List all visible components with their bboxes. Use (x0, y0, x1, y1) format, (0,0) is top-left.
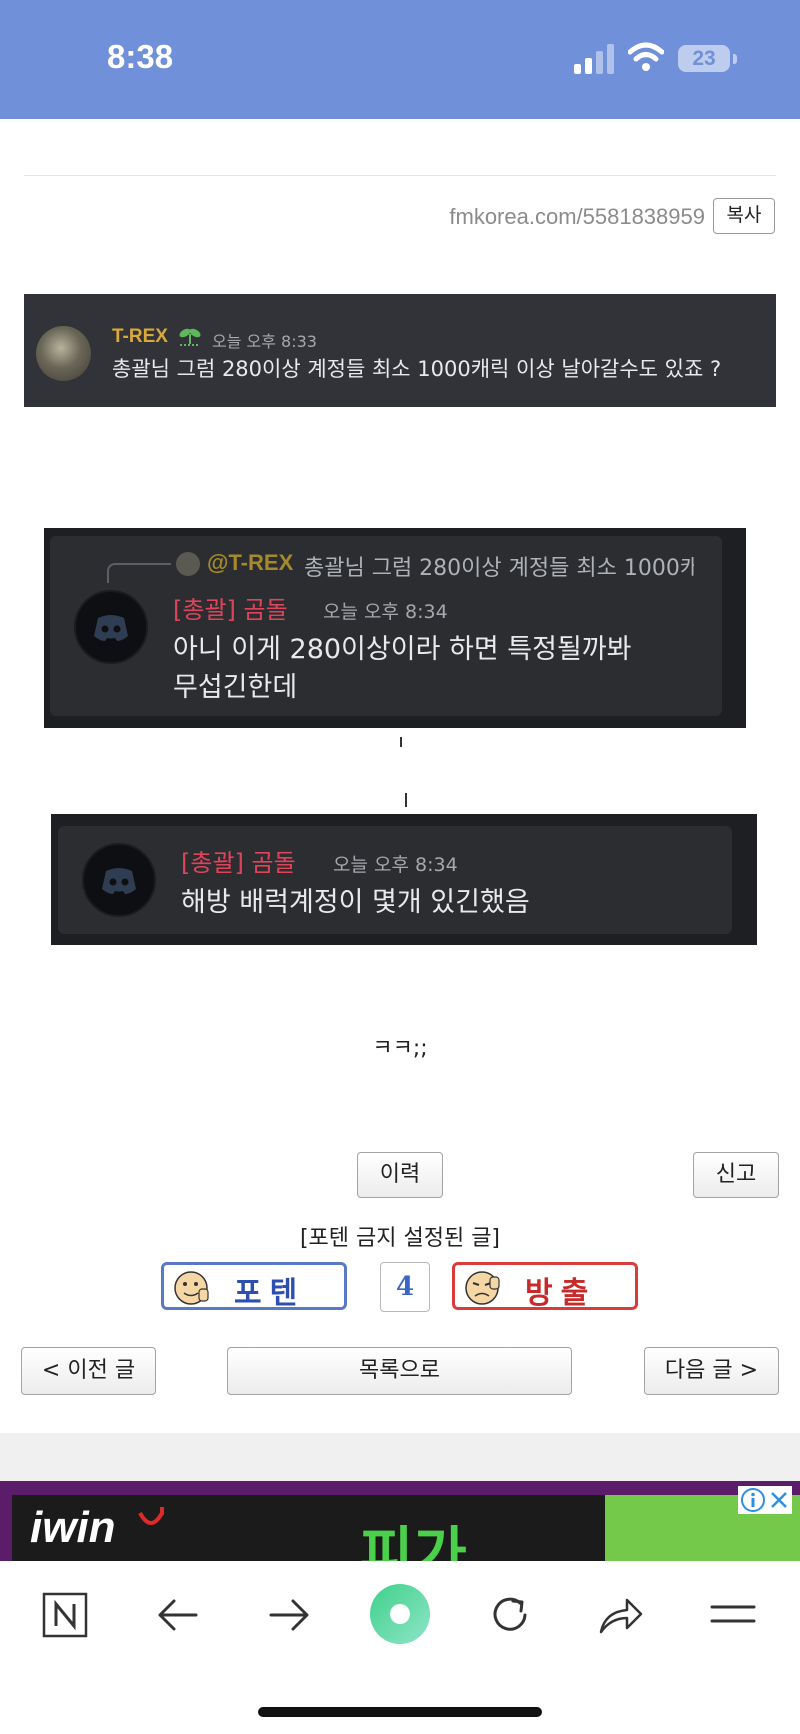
signal-icon (574, 44, 614, 74)
ad-headline: 피가 (360, 1520, 467, 1561)
reply-text: 총괄님 그럼 280이상 계정들 최소 1000캐릭 이상 날아갈수도 있죠 ? (304, 556, 694, 581)
battery-tip (733, 54, 737, 64)
discord-icon (94, 615, 128, 641)
separator-tick (400, 737, 402, 747)
page-footer-spacer (0, 1433, 800, 1481)
battery-level: 23 (692, 47, 716, 70)
history-button[interactable]: 이력 (357, 1152, 443, 1198)
message-author: [총괄] 곰돌 (181, 849, 296, 877)
status-bar: 8:38 23 (0, 0, 800, 119)
next-post-button[interactable]: 다음 글 > (644, 1347, 779, 1395)
message-time: 오늘 오후 8:34 (323, 601, 448, 623)
avatar (36, 326, 91, 381)
back-arrow-icon[interactable] (156, 1597, 200, 1633)
leaf-badge-icon (179, 328, 201, 346)
green-dot-icon[interactable] (369, 1583, 431, 1645)
wifi-icon (628, 42, 664, 71)
prev-post-button[interactable]: < 이전 글 (21, 1347, 156, 1395)
thumbs-up-face-icon (174, 1271, 209, 1305)
ad-logo-smile-icon (138, 1507, 164, 1525)
message-author: T-REX (112, 326, 168, 347)
vote-count: 4 (380, 1262, 430, 1312)
list-button[interactable]: 목록으로 (227, 1347, 572, 1395)
message-text: 해방 배럭계정이 몇개 있긴했음 (181, 887, 530, 918)
copy-button[interactable]: 복사 (713, 198, 775, 234)
ad-stripe (0, 1495, 12, 1561)
reply-avatar (176, 552, 200, 576)
ad-close-icon[interactable] (768, 1489, 790, 1511)
thumbs-down-face-icon (465, 1271, 500, 1305)
separator-tick (405, 793, 407, 807)
ad-info-icon[interactable] (740, 1487, 766, 1513)
discord-avatar (74, 590, 148, 664)
ad-controls (738, 1486, 792, 1514)
message-text-line-1: 아니 이게 280이상이라 하면 특정될까봐 (173, 634, 632, 665)
report-button[interactable]: 신고 (693, 1152, 779, 1198)
ad-logo: iwin (30, 1503, 116, 1552)
discord-avatar (82, 843, 156, 917)
reply-author: @T-REX (207, 550, 294, 575)
discord-icon (102, 868, 136, 894)
downvote-button[interactable]: 방출 (452, 1262, 638, 1311)
ad-stripe (0, 1481, 800, 1495)
share-icon[interactable] (597, 1594, 645, 1636)
notice-text: [포텐 금지 설정된 글] (299, 1226, 501, 1251)
battery-icon: 23 (678, 45, 730, 72)
message-text-line-2: 무섭긴한데 (173, 672, 298, 703)
discord-screenshot-1 (24, 294, 776, 407)
upvote-button[interactable]: 포텐 (161, 1262, 347, 1311)
naver-n-icon[interactable] (42, 1592, 88, 1638)
downvote-label: 방출 (525, 1276, 597, 1311)
reply-connector (107, 563, 171, 583)
menu-icon[interactable] (710, 1601, 756, 1627)
forward-arrow-icon[interactable] (267, 1597, 311, 1633)
divider (24, 175, 776, 176)
message-time: 오늘 오후 8:34 (333, 854, 458, 876)
post-url[interactable]: fmkorea.com/5581838959 (380, 204, 705, 230)
message-time: 오늘 오후 8:33 (212, 332, 317, 351)
message-text: 총괄님 그럼 280이상 계정들 최소 1000캐릭 이상 날아갈수도 있죠 ? (112, 357, 722, 381)
home-indicator (258, 1707, 542, 1717)
message-author: [총괄] 곰돌 (173, 596, 288, 624)
status-time: 8:38 (107, 38, 174, 75)
upvote-label: 포텐 (234, 1276, 306, 1311)
ad-banner[interactable]: iwin 피가 (0, 1481, 800, 1561)
post-body-text: ㅋㅋ;; (372, 1036, 428, 1061)
reload-icon[interactable] (487, 1592, 533, 1638)
